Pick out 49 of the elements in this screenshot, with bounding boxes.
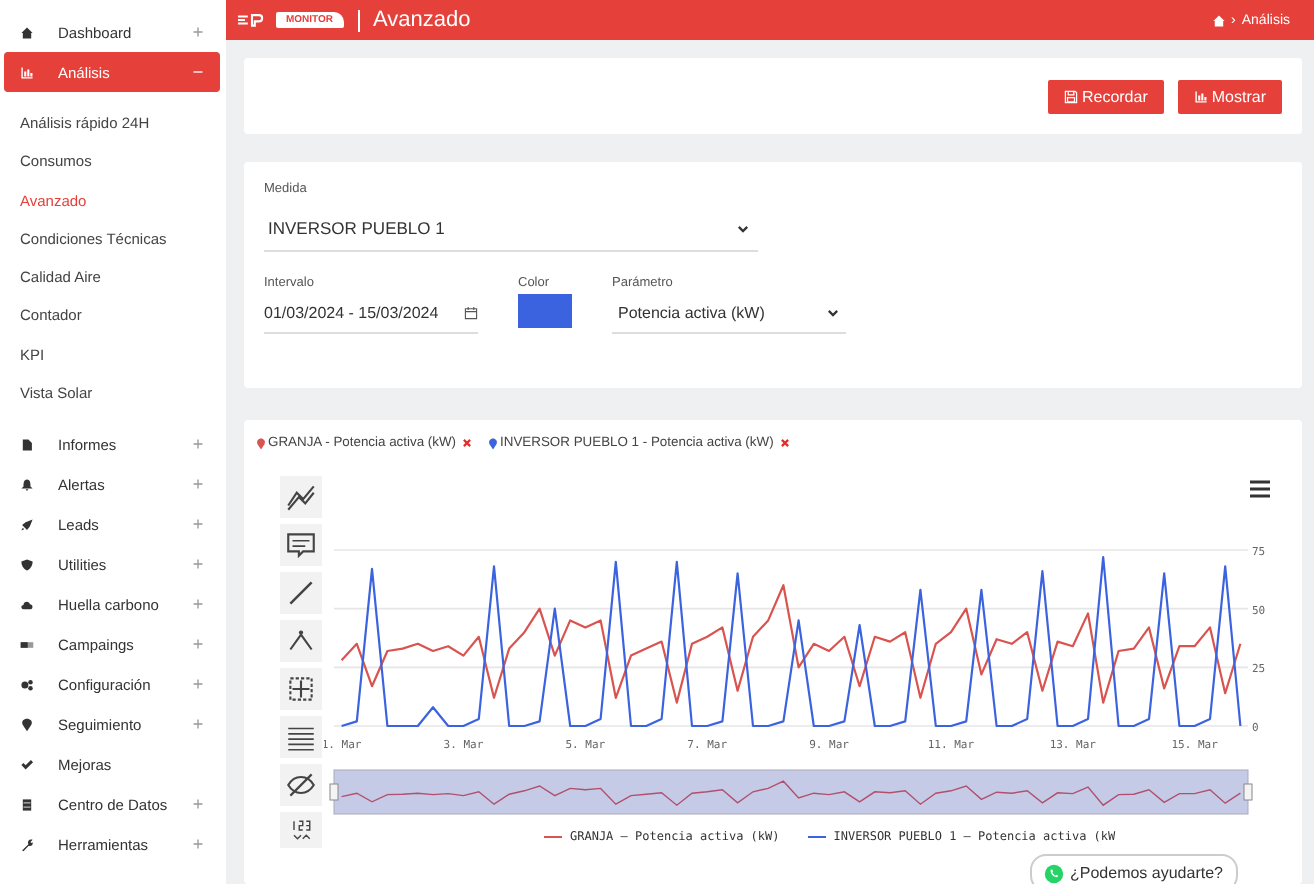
close-icon[interactable]	[462, 438, 473, 448]
color-swatch[interactable]	[518, 294, 572, 328]
angle-icon[interactable]	[280, 620, 322, 662]
grid-icon[interactable]	[280, 716, 322, 758]
plus-icon	[192, 638, 204, 651]
wrench-icon	[20, 837, 34, 852]
server-icon	[20, 797, 34, 812]
plus-icon	[192, 798, 204, 811]
page-title: Avanzado	[373, 8, 471, 32]
save-button[interactable]: Recordar	[1047, 79, 1164, 113]
number-icon[interactable]	[280, 812, 322, 848]
logo-icon	[238, 12, 266, 28]
chevron-down-icon	[826, 306, 840, 320]
parameter-select[interactable]: Potencia activa (kW)	[612, 294, 846, 334]
save-icon	[1063, 89, 1078, 103]
plus-icon	[192, 558, 204, 571]
plus-icon	[192, 26, 204, 38]
chevron-down-icon	[736, 221, 750, 235]
cloud-icon	[20, 597, 34, 612]
plus-icon	[192, 718, 204, 731]
trend-lines-icon[interactable]	[280, 476, 322, 518]
bar-chart-icon	[1193, 89, 1208, 103]
help-chat-button[interactable]: ¿Podemos ayudarte?	[1030, 854, 1237, 884]
measure-select[interactable]: INVERSOR PUEBLO 1	[264, 206, 758, 252]
check-icon	[20, 757, 34, 772]
calendar-icon	[464, 306, 478, 320]
plus-icon	[192, 678, 204, 691]
date-range-field[interactable]: 01/03/2024 - 15/03/2024	[264, 294, 478, 334]
home-icon	[20, 25, 34, 39]
minus-icon	[192, 66, 204, 78]
shield-icon	[20, 557, 34, 572]
hide-icon[interactable]	[280, 764, 322, 806]
plus-icon	[192, 478, 204, 491]
text-label-icon[interactable]	[280, 524, 322, 566]
plus-icon	[192, 438, 204, 451]
show-button[interactable]: Mostrar	[1177, 79, 1282, 113]
plus-icon	[192, 838, 204, 851]
menu-icon[interactable]	[1248, 480, 1272, 498]
chat-icon	[1044, 863, 1064, 883]
rocket-icon	[20, 517, 34, 532]
chart-icon	[20, 65, 34, 79]
home-icon[interactable]	[1211, 13, 1226, 27]
pin-icon	[20, 717, 34, 732]
plus-icon	[192, 518, 204, 531]
file-icon	[20, 437, 34, 452]
bell-icon	[20, 477, 34, 492]
close-icon[interactable]	[779, 438, 790, 448]
measure-icon[interactable]	[280, 668, 322, 710]
plus-icon	[192, 598, 204, 611]
